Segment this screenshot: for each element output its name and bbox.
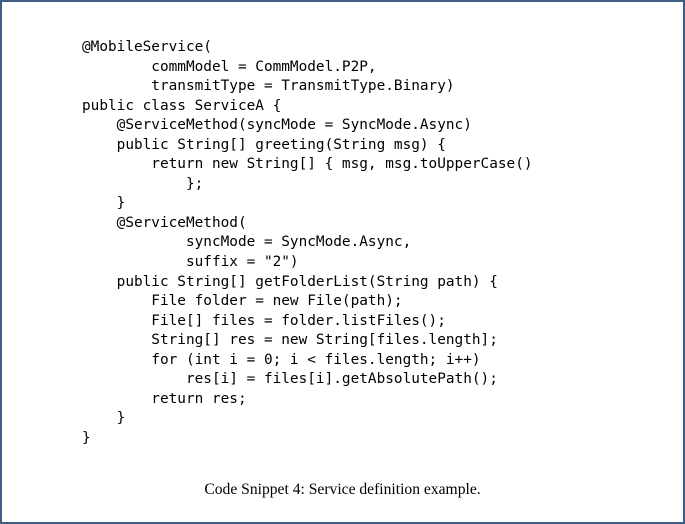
code-line: return new String[] { msg, msg.toUpperCa… bbox=[82, 156, 533, 173]
code-figure: @MobileService( commModel = CommModel.P2… bbox=[2, 2, 683, 522]
code-line: public String[] getFolderList(String pat… bbox=[82, 273, 498, 290]
page-frame: @MobileService( commModel = CommModel.P2… bbox=[0, 0, 685, 524]
code-line: public String[] greeting(String msg) { bbox=[82, 136, 446, 153]
code-line: File[] files = folder.listFiles(); bbox=[82, 312, 446, 329]
code-line: suffix = "2") bbox=[82, 254, 299, 271]
code-line: String[] res = new String[files.length]; bbox=[82, 332, 498, 349]
code-line: res[i] = files[i].getAbsolutePath(); bbox=[82, 371, 498, 388]
code-line: } bbox=[82, 429, 91, 446]
code-line: File folder = new File(path); bbox=[82, 293, 403, 310]
code-line: }; bbox=[82, 175, 204, 192]
code-line: @ServiceMethod( bbox=[82, 214, 247, 231]
code-line: transmitType = TransmitType.Binary) bbox=[82, 78, 455, 95]
code-line: } bbox=[82, 410, 126, 427]
figure-caption: Code Snippet 4: Service definition examp… bbox=[204, 481, 481, 498]
code-line: return res; bbox=[82, 390, 247, 407]
code-line: for (int i = 0; i < files.length; i++) bbox=[82, 351, 481, 368]
code-line: syncMode = SyncMode.Async, bbox=[82, 234, 412, 251]
code-line: @MobileService( bbox=[82, 39, 212, 55]
code-line: @ServiceMethod(syncMode = SyncMode.Async… bbox=[82, 117, 472, 134]
code-listing: @MobileService( commModel = CommModel.P2… bbox=[82, 38, 533, 448]
code-line: commModel = CommModel.P2P, bbox=[82, 58, 377, 75]
code-line: public class ServiceA { bbox=[82, 97, 282, 114]
code-line: } bbox=[82, 195, 126, 212]
